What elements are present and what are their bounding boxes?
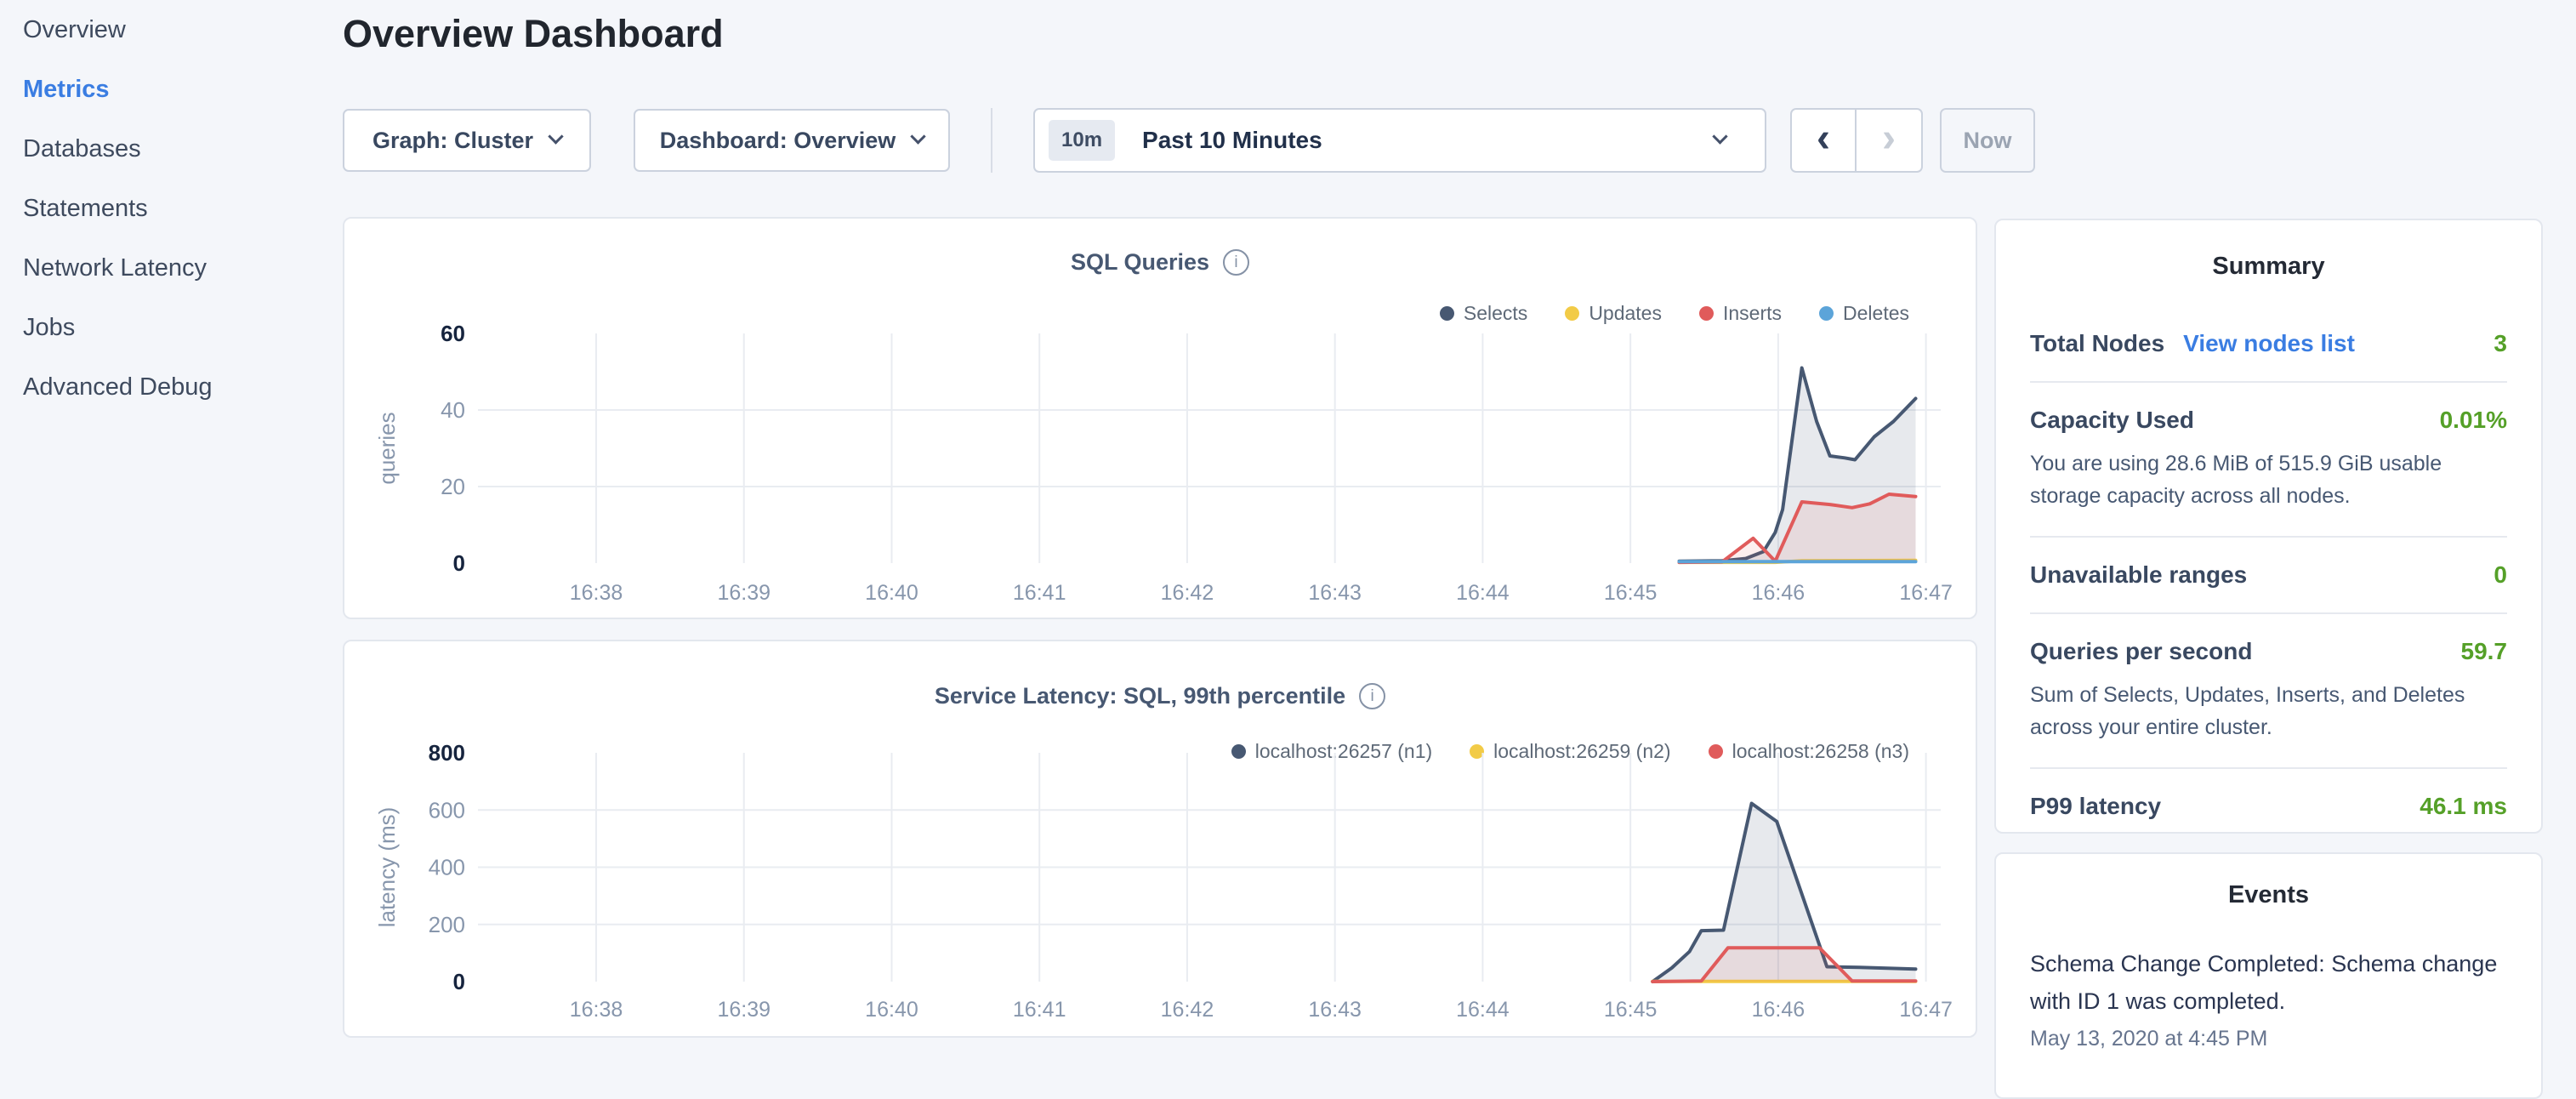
svg-text:16:43: 16:43	[1308, 581, 1362, 605]
svg-text:queries: queries	[374, 412, 400, 484]
divider	[2030, 381, 2507, 383]
queries-per-second-description: Sum of Selects, Updates, Inserts, and De…	[2030, 679, 2507, 743]
dashboard-dropdown[interactable]: Dashboard: Overview	[634, 109, 950, 172]
chevron-down-icon	[1712, 128, 1727, 144]
time-range-dropdown[interactable]: 10m Past 10 Minutes	[1033, 108, 1766, 173]
svg-text:0: 0	[453, 969, 465, 994]
svg-text:16:44: 16:44	[1456, 581, 1510, 605]
queries-per-second-label: Queries per second	[2030, 638, 2252, 665]
events-title: Events	[2030, 881, 2507, 909]
svg-text:16:43: 16:43	[1308, 998, 1362, 1022]
summary-row-total-nodes: Total Nodes View nodes list 3	[2030, 330, 2507, 357]
svg-text:16:47: 16:47	[1899, 581, 1953, 605]
queries-per-second-value: 59.7	[2461, 638, 2508, 665]
unavailable-ranges-label: Unavailable ranges	[2030, 561, 2247, 589]
svg-text:16:41: 16:41	[1013, 998, 1066, 1022]
events-panel: Events Schema Change Completed: Schema c…	[1994, 852, 2543, 1099]
svg-text:16:46: 16:46	[1752, 998, 1805, 1022]
svg-text:16:39: 16:39	[717, 998, 771, 1022]
p99-latency-label: P99 latency	[2030, 793, 2161, 820]
graph-scope-label: Graph: Cluster	[372, 128, 533, 154]
svg-text:16:45: 16:45	[1604, 581, 1658, 605]
svg-text:200: 200	[429, 912, 465, 937]
sidebar-item-metrics[interactable]: Metrics	[0, 60, 340, 119]
total-nodes-label: Total Nodes	[2030, 330, 2164, 357]
event-list-item: Schema Change Completed: Schema change w…	[2030, 945, 2507, 1051]
svg-text:16:41: 16:41	[1013, 581, 1066, 605]
capacity-used-value: 0.01%	[2440, 407, 2507, 434]
divider	[2030, 767, 2507, 769]
svg-text:0: 0	[453, 550, 465, 576]
toolbar: Graph: Cluster Dashboard: Overview 10m P…	[343, 109, 2035, 172]
svg-text:800: 800	[429, 740, 465, 766]
svg-text:60: 60	[441, 321, 465, 346]
svg-text:16:46: 16:46	[1752, 581, 1805, 605]
svg-text:400: 400	[429, 855, 465, 880]
app-root: { "sidebar": { "items": [ {"label": "Ove…	[0, 0, 2576, 1051]
capacity-used-description: You are using 28.6 MiB of 515.9 GiB usab…	[2030, 447, 2507, 512]
chevron-down-icon	[548, 128, 563, 144]
svg-text:16:40: 16:40	[865, 581, 918, 605]
capacity-used-label: Capacity Used	[2030, 407, 2194, 434]
dashboard-label: Dashboard: Overview	[660, 128, 896, 154]
time-range-label: Past 10 Minutes	[1142, 127, 1714, 154]
time-step-buttons: ‹ ›	[1790, 108, 1923, 173]
svg-text:16:39: 16:39	[717, 581, 771, 605]
svg-text:16:42: 16:42	[1161, 998, 1214, 1022]
divider	[2030, 612, 2507, 614]
sidebar-item-advanced-debug[interactable]: Advanced Debug	[0, 357, 340, 417]
sidebar-item-jobs[interactable]: Jobs	[0, 298, 340, 357]
sql-queries-chart-card: SQL Queries i SelectsUpdatesInsertsDelet…	[343, 217, 1977, 619]
page-title: Overview Dashboard	[343, 12, 724, 56]
svg-text:40: 40	[441, 397, 465, 423]
svg-text:16:45: 16:45	[1604, 998, 1658, 1022]
divider	[2030, 536, 2507, 538]
summary-row-p99-latency: P99 latency 46.1 ms	[2030, 793, 2507, 820]
svg-text:600: 600	[429, 797, 465, 823]
toolbar-divider	[991, 108, 992, 173]
sql-queries-chart[interactable]: 16:38 16:39 16:40 16:41 16:42 16:43 16:44 16:45…	[344, 219, 1976, 618]
event-timestamp: May 13, 2020 at 4:45 PM	[2030, 1027, 2507, 1051]
service-latency-chart-card: Service Latency: SQL, 99th percentile i …	[343, 640, 1977, 1038]
service-latency-chart[interactable]: 16:38 16:39 16:40 16:41 16:42 16:43 16:44 16:45…	[344, 641, 1976, 1036]
summary-row-unavailable-ranges: Unavailable ranges 0	[2030, 561, 2507, 589]
event-text: Schema Change Completed: Schema change w…	[2030, 945, 2507, 1020]
svg-text:16:42: 16:42	[1161, 581, 1214, 605]
summary-row-qps: Queries per second 59.7 Sum of Selects, …	[2030, 638, 2507, 743]
sidebar-item-databases[interactable]: Databases	[0, 119, 340, 179]
sidebar-item-overview[interactable]: Overview	[0, 0, 340, 60]
svg-text:16:40: 16:40	[865, 998, 918, 1022]
svg-text:16:47: 16:47	[1899, 998, 1953, 1022]
unavailable-ranges-value: 0	[2494, 561, 2507, 589]
summary-title: Summary	[2030, 253, 2507, 281]
graph-scope-dropdown[interactable]: Graph: Cluster	[343, 109, 591, 172]
svg-text:16:38: 16:38	[570, 998, 623, 1022]
time-now-button[interactable]: Now	[1940, 108, 2035, 173]
svg-text:16:38: 16:38	[570, 581, 623, 605]
sidebar-item-statements[interactable]: Statements	[0, 179, 340, 238]
chevron-down-icon	[911, 128, 926, 144]
time-next-button[interactable]: ›	[1857, 110, 1921, 171]
sidebar-nav: Overview Metrics Databases Statements Ne…	[0, 0, 340, 1051]
time-prev-button[interactable]: ‹	[1792, 110, 1857, 171]
p99-latency-value: 46.1 ms	[2420, 793, 2507, 820]
sidebar-item-network-latency[interactable]: Network Latency	[0, 238, 340, 298]
svg-text:20: 20	[441, 474, 465, 499]
summary-row-capacity: Capacity Used 0.01% You are using 28.6 M…	[2030, 407, 2507, 512]
time-range-badge: 10m	[1049, 120, 1115, 161]
view-nodes-list-link[interactable]: View nodes list	[2183, 330, 2355, 357]
svg-text:latency (ms): latency (ms)	[374, 807, 400, 928]
summary-panel: Summary Total Nodes View nodes list 3 Ca…	[1994, 219, 2543, 834]
total-nodes-value: 3	[2494, 330, 2507, 357]
svg-text:16:44: 16:44	[1456, 998, 1510, 1022]
